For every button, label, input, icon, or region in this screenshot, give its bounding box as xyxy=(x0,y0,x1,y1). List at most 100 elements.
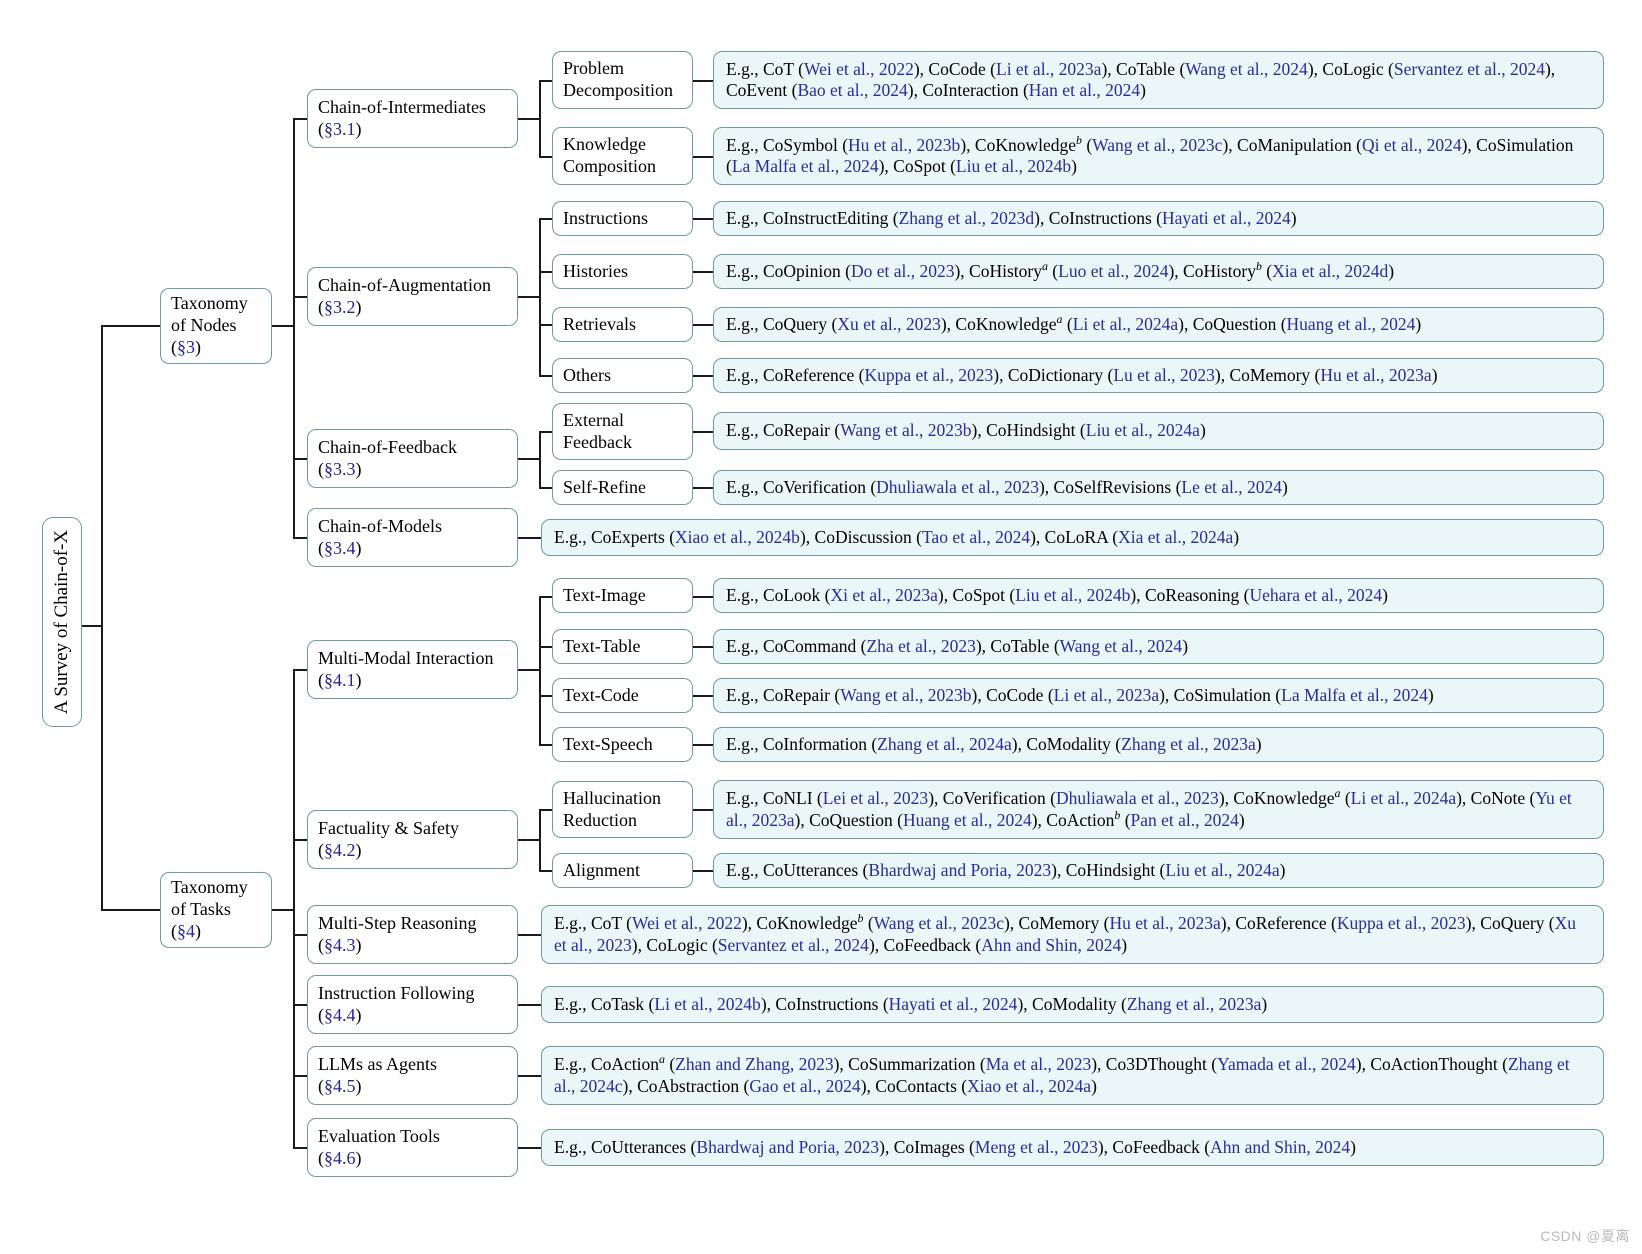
edge-nodes-ci xyxy=(293,118,307,120)
subcategory-knowledge-composition[interactable]: Knowledge Composition xyxy=(552,127,693,185)
edge-ci-pd xyxy=(539,80,552,82)
subcategory-problem-decomposition[interactable]: Problem Decomposition xyxy=(552,51,693,109)
leaf-problem-decomposition[interactable]: E.g., CoT (Wei et al., 2022), CoCode (Li… xyxy=(713,51,1604,109)
subcategory-text-table[interactable]: Text-Table xyxy=(552,629,693,664)
category-llms-as-agents[interactable]: LLMs as Agents (§4.5) xyxy=(307,1046,518,1105)
leaf-histories[interactable]: E.g., CoOpinion (Do et al., 2023), CoHis… xyxy=(713,254,1604,289)
leaf-others[interactable]: E.g., CoReference (Kuppa et al., 2023), … xyxy=(713,358,1604,393)
edge-tasks-fs xyxy=(293,839,307,841)
subcategory-external-feedback[interactable]: External Feedback xyxy=(552,403,693,460)
edge-ci-kc xyxy=(539,156,552,158)
leaf-multi-step-reasoning[interactable]: E.g., CoT (Wei et al., 2022), CoKnowledg… xyxy=(541,905,1604,964)
subcategory-text-image[interactable]: Text-Image xyxy=(552,578,693,613)
subcategory-hallucination-reduction[interactable]: Hallucination Reduction xyxy=(552,781,693,838)
edge-sr-leaf xyxy=(693,487,713,489)
edge-fs-spine xyxy=(539,809,541,871)
edge-al-leaf xyxy=(693,870,713,872)
leaf-text-image[interactable]: E.g., CoLook (Xi et al., 2023a), CoSpot … xyxy=(713,578,1604,613)
leaf-text: E.g., CoT (Wei et al., 2022), CoKnowledg… xyxy=(554,911,1577,955)
leaf-alignment[interactable]: E.g., CoUtterances (Bhardwaj and Poria, … xyxy=(713,853,1604,888)
edge-msr-leaf xyxy=(518,934,542,936)
edge-ca-his xyxy=(539,271,552,273)
leaf-text-speech[interactable]: E.g., CoInformation (Zhang et al., 2024a… xyxy=(713,727,1604,762)
leaf-text: E.g., CoRepair (Wang et al., 2023b), CoC… xyxy=(726,684,1434,705)
subcategory-label: Text-Table xyxy=(563,635,641,656)
subcategory-instructions[interactable]: Instructions xyxy=(552,201,693,236)
edge-ret-leaf xyxy=(693,324,713,326)
edge-root-spine xyxy=(101,325,103,910)
category-chain-of-feedback[interactable]: Chain-of-Feedback (§3.3) xyxy=(307,429,518,488)
edge-nodes-stem xyxy=(272,325,294,327)
leaf-evaluation-tools[interactable]: E.g., CoUtterances (Bhardwaj and Poria, … xyxy=(541,1129,1604,1166)
subcategory-label: Alignment xyxy=(563,859,640,880)
edge-tasks-mmi xyxy=(293,669,307,671)
edge-pd-leaf xyxy=(693,80,713,82)
branch-taxonomy-of-tasks[interactable]: Taxonomy of Tasks (§4) xyxy=(160,872,272,948)
leaf-knowledge-composition[interactable]: E.g., CoSymbol (Hu et al., 2023b), CoKno… xyxy=(713,127,1604,185)
edge-ti-leaf xyxy=(693,596,713,598)
edge-cf-sr xyxy=(539,487,552,489)
leaf-external-feedback[interactable]: E.g., CoRepair (Wang et al., 2023b), CoH… xyxy=(713,412,1604,450)
leaf-text-table[interactable]: E.g., CoCommand (Zha et al., 2023), CoTa… xyxy=(713,629,1604,664)
edge-cf-ef xyxy=(539,431,552,433)
subcategory-others[interactable]: Others xyxy=(552,358,693,393)
subcategory-alignment[interactable]: Alignment xyxy=(552,853,693,888)
leaf-text: E.g., CoVerification (Dhuliawala et al.,… xyxy=(726,476,1288,497)
edge-hr-leaf xyxy=(693,809,713,811)
edge-mmi-ti xyxy=(539,596,552,598)
leaf-text: E.g., CoOpinion (Do et al., 2023), CoHis… xyxy=(726,259,1395,281)
edge-tt-leaf xyxy=(693,646,713,648)
subcategory-self-refine[interactable]: Self-Refine xyxy=(552,470,693,505)
leaf-text: E.g., CoNLI (Lei et al., 2023), CoVerifi… xyxy=(726,786,1572,830)
edge-ca-ret xyxy=(539,324,552,326)
edge-if-leaf xyxy=(518,1004,542,1006)
subcategory-text-code[interactable]: Text-Code xyxy=(552,678,693,713)
leaf-text: E.g., CoActiona (Zhan and Zhang, 2023), … xyxy=(554,1052,1570,1096)
root-label: A Survey of Chain-of-X xyxy=(51,529,73,715)
edge-root-to-nodes xyxy=(101,325,160,327)
category-factuality-and-safety[interactable]: Factuality & Safety (§4.2) xyxy=(307,810,518,869)
leaf-text-code[interactable]: E.g., CoRepair (Wang et al., 2023b), CoC… xyxy=(713,678,1604,713)
edge-tasks-agents xyxy=(293,1075,307,1077)
edge-tasks-msr xyxy=(293,934,307,936)
leaf-retrievals[interactable]: E.g., CoQuery (Xu et al., 2023), CoKnowl… xyxy=(713,307,1604,342)
leaf-self-refine[interactable]: E.g., CoVerification (Dhuliawala et al.,… xyxy=(713,470,1604,505)
leaf-text: E.g., CoInformation (Zhang et al., 2024a… xyxy=(726,733,1262,754)
leaf-chain-of-models[interactable]: E.g., CoExperts (Xiao et al., 2024b), Co… xyxy=(541,519,1604,556)
category-multi-step-reasoning[interactable]: Multi-Step Reasoning (§4.3) xyxy=(307,905,518,964)
category-chain-of-intermediates[interactable]: Chain-of-Intermediates (§3.1) xyxy=(307,89,518,148)
category-evaluation-tools[interactable]: Evaluation Tools (§4.6) xyxy=(307,1118,518,1177)
leaf-hallucination-reduction[interactable]: E.g., CoNLI (Lei et al., 2023), CoVerifi… xyxy=(713,780,1604,839)
category-instruction-following[interactable]: Instruction Following (§4.4) xyxy=(307,975,518,1034)
edge-agents-leaf xyxy=(518,1075,542,1077)
edge-cf-spine xyxy=(539,431,541,488)
category-multi-modal-interaction[interactable]: Multi-Modal Interaction (§4.1) xyxy=(307,640,518,699)
edge-mmi-ts xyxy=(539,744,552,746)
leaf-text: E.g., CoCommand (Zha et al., 2023), CoTa… xyxy=(726,635,1189,656)
subcategory-label: Self-Refine xyxy=(563,476,646,497)
edge-mmi-tc xyxy=(539,695,552,697)
root-node[interactable]: A Survey of Chain-of-X xyxy=(42,517,82,727)
subcategory-retrievals[interactable]: Retrievals xyxy=(552,307,693,342)
branch-taxonomy-of-nodes[interactable]: Taxonomy of Nodes (§3) xyxy=(160,288,272,364)
edge-tc-leaf xyxy=(693,695,713,697)
edge-ins-leaf xyxy=(693,218,713,220)
subcategory-label: Retrievals xyxy=(563,313,636,334)
edge-tasks-if xyxy=(293,1004,307,1006)
leaf-text: E.g., CoT (Wei et al., 2022), CoCode (Li… xyxy=(726,58,1556,100)
edge-nodes-cf xyxy=(293,458,307,460)
leaf-text: E.g., CoUtterances (Bhardwaj and Poria, … xyxy=(554,1136,1356,1157)
edge-root-stem xyxy=(82,625,102,627)
subcategory-histories[interactable]: Histories xyxy=(552,254,693,289)
leaf-text: E.g., CoRepair (Wang et al., 2023b), CoH… xyxy=(726,420,1206,441)
leaf-llms-as-agents[interactable]: E.g., CoActiona (Zhan and Zhang, 2023), … xyxy=(541,1046,1604,1105)
subcategory-text-speech[interactable]: Text-Speech xyxy=(552,727,693,762)
category-chain-of-augmentation[interactable]: Chain-of-Augmentation (§3.2) xyxy=(307,267,518,326)
category-chain-of-models[interactable]: Chain-of-Models (§3.4) xyxy=(307,508,518,567)
edge-tasks-stem xyxy=(272,909,294,911)
leaf-instructions[interactable]: E.g., CoInstructEditing (Zhang et al., 2… xyxy=(713,201,1604,236)
watermark: CSDN @夏离 xyxy=(1540,1228,1630,1244)
branch-label-tasks: Taxonomy of Tasks (§4) xyxy=(171,877,248,941)
leaf-text: E.g., CoLook (Xi et al., 2023a), CoSpot … xyxy=(726,584,1388,605)
leaf-instruction-following[interactable]: E.g., CoTask (Li et al., 2024b), CoInstr… xyxy=(541,986,1604,1023)
